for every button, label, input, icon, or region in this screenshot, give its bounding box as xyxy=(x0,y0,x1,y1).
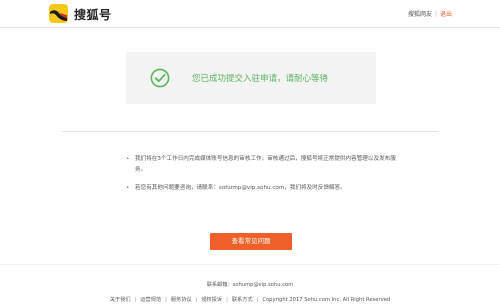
footer-link-about[interactable]: 关于我们 xyxy=(110,297,131,303)
copyright-text: Copyright 2017 Sohu.com Inc. All Right R… xyxy=(262,297,391,303)
check-circle-icon xyxy=(150,68,170,88)
bullet-icon: • xyxy=(126,156,130,162)
user-separator: | xyxy=(434,11,437,18)
bullet-icon: • xyxy=(126,185,130,192)
notes-list: • 我们将在3个工作日内完成媒体账号信息的审核工作。审核通过后，搜狐号将正常提供… xyxy=(126,154,396,202)
content-divider xyxy=(62,131,438,132)
footer-separator: | xyxy=(256,297,259,303)
footer-link-rules[interactable]: 运营规范 xyxy=(140,297,161,303)
footer-link-contact[interactable]: 联系方式 xyxy=(232,297,253,303)
footer-separator: | xyxy=(195,297,198,303)
footer-separator: | xyxy=(165,297,167,303)
user-area: 搜狐网友 | 退出 xyxy=(408,9,452,18)
footer-email: 联系邮箱：sohump@vip.sohu.com xyxy=(206,282,294,288)
sohu-fox-logo-icon[interactable] xyxy=(49,4,68,23)
brand-name: 搜狐号 xyxy=(74,8,112,22)
success-message: 您已成功提交入驻申请，请耐心等待 xyxy=(192,74,329,84)
footer-separator: | xyxy=(134,297,137,303)
footer-link-agreement[interactable]: 服务协议 xyxy=(171,297,192,303)
top-header: 搜狐号 搜狐网友 | 退出 xyxy=(0,0,500,28)
footer-links: 关于我们 | 运营规范 | 服务协议 | 侵权投诉 | 联系方式 | Copyright 2017 … xyxy=(0,296,500,303)
logout-link[interactable]: 退出 xyxy=(440,11,452,18)
list-item: • 若您有其他问题要咨询，请联系：sohump@vip.sohu.com，我们将… xyxy=(126,183,396,194)
success-banner: 您已成功提交入驻申请，请耐心等待 xyxy=(126,52,376,104)
note-text: 若您有其他问题要咨询，请联系：sohump@vip.sohu.com，我们将及时… xyxy=(135,185,346,192)
user-link[interactable]: 搜狐网友 xyxy=(408,11,432,18)
list-item: • 我们将在3个工作日内完成媒体账号信息的审核工作。审核通过后，搜狐号将正常提供… xyxy=(126,154,396,175)
view-faq-button[interactable]: 查看常见问题 xyxy=(210,233,292,250)
footer-link-complaint[interactable]: 侵权投诉 xyxy=(201,297,222,303)
footer-divider xyxy=(0,264,500,265)
note-text: 我们将在3个工作日内完成媒体账号信息的审核工作。审核通过后，搜狐号将正常提供内容… xyxy=(135,156,396,173)
footer-separator: | xyxy=(226,297,228,303)
